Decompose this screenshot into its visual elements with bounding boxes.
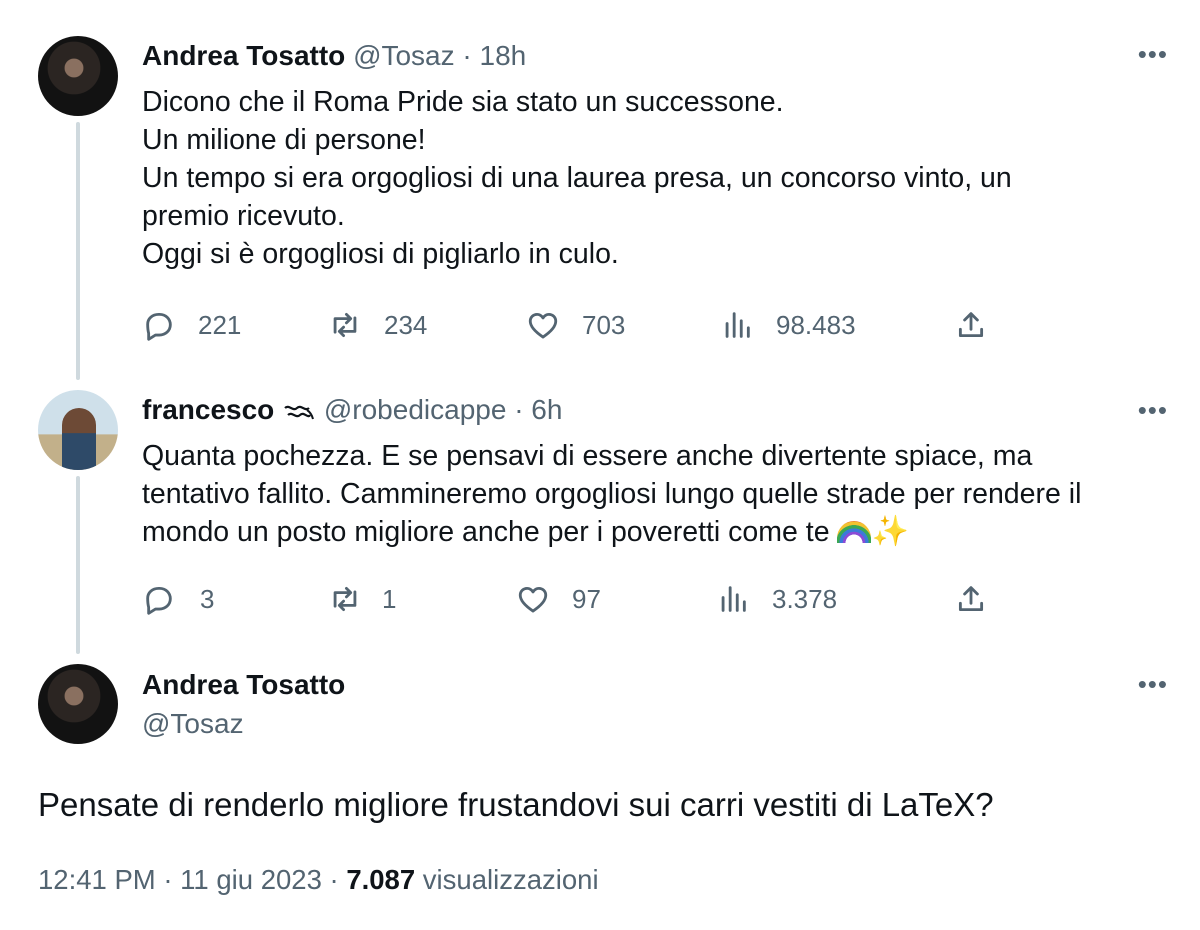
tweet-time[interactable]: 12:41 PM xyxy=(38,864,156,895)
author-name[interactable]: Andrea Tosatto xyxy=(142,40,345,71)
separator: · xyxy=(462,40,472,71)
heart-icon xyxy=(528,312,558,339)
views-label: visualizzazioni xyxy=(422,864,599,895)
author-name[interactable]: Andrea Tosatto xyxy=(142,669,345,700)
share-button[interactable] xyxy=(954,308,988,342)
tweet-line: mondo un posto migliore anche per i pove… xyxy=(142,516,830,548)
tweet-header: francesco @robedicappe · 6h xyxy=(142,393,562,427)
tweet-text: Quanta pochezza. E se pensavi di essere … xyxy=(142,437,1172,551)
tweet-meta: 12:41 PM · 11 giu 2023 · 7.087 visualizz… xyxy=(38,864,599,896)
retweet-button[interactable]: 234 xyxy=(328,308,427,342)
avatar[interactable] xyxy=(38,390,118,470)
tweet-line: Oggi si è orgogliosi di pigliarlo in cul… xyxy=(142,238,619,270)
views-total: 7.087 xyxy=(346,864,416,895)
more-icon[interactable]: ••• xyxy=(1138,41,1168,67)
share-button[interactable] xyxy=(954,582,988,616)
retweet-count: 234 xyxy=(384,309,428,340)
reply-icon xyxy=(146,312,172,341)
views-chart-icon xyxy=(725,312,750,338)
author-name[interactable]: francesco xyxy=(142,394,274,425)
separator: · xyxy=(163,864,173,895)
tweet-header: Andrea Tosatto @Tosaz · 18h xyxy=(142,39,526,73)
reply-count: 221 xyxy=(198,309,242,340)
views-chart-icon xyxy=(721,586,746,612)
timestamp[interactable]: 18h xyxy=(480,40,527,71)
retweet-count: 1 xyxy=(382,583,397,614)
more-icon[interactable]: ••• xyxy=(1138,671,1168,697)
share-icon xyxy=(958,312,984,338)
retweet-button[interactable]: 1 xyxy=(328,582,396,616)
tweet-line-with-emoji: mondo un posto migliore anche per i pove… xyxy=(142,513,1172,551)
share-icon xyxy=(958,586,984,612)
views-button[interactable]: 3.378 xyxy=(716,582,837,616)
tweet-header: Andrea Tosatto xyxy=(142,668,345,702)
heart-icon xyxy=(518,586,548,613)
like-button[interactable]: 97 xyxy=(516,582,601,616)
views-count: 98.483 xyxy=(776,309,856,340)
timestamp[interactable]: 6h xyxy=(531,394,562,425)
tweet-text: Dicono che il Roma Pride sia stato un su… xyxy=(142,83,1172,273)
like-count: 97 xyxy=(572,583,601,614)
thread-line xyxy=(76,476,80,654)
retweet-icon xyxy=(333,586,357,612)
separator: · xyxy=(514,394,524,425)
tweet-line: Dicono che il Roma Pride sia stato un su… xyxy=(142,86,784,118)
avatar[interactable] xyxy=(38,664,118,744)
wave-icon xyxy=(284,405,315,420)
reply-count: 3 xyxy=(200,583,215,614)
tweet-date[interactable]: 11 giu 2023 xyxy=(180,864,322,895)
tweet-actions: 3 1 97 3.378 xyxy=(142,582,1002,616)
avatar[interactable] xyxy=(38,36,118,116)
like-button[interactable]: 703 xyxy=(526,308,625,342)
sparkles-emoji: ✨ xyxy=(871,515,909,548)
tweet-text: Pensate di renderlo migliore frustandovi… xyxy=(38,786,994,823)
retweet-icon xyxy=(333,312,357,338)
reply-button[interactable]: 3 xyxy=(142,582,214,616)
thread-line xyxy=(76,122,80,380)
tweet-line: Quanta pochezza. E se pensavi di essere … xyxy=(142,440,1033,472)
more-icon[interactable]: ••• xyxy=(1138,397,1168,423)
separator: · xyxy=(329,864,339,895)
author-handle[interactable]: @robedicappe xyxy=(324,394,507,425)
views-button[interactable]: 98.483 xyxy=(720,308,856,342)
author-handle[interactable]: @Tosaz xyxy=(142,708,244,740)
tweet-actions: 221 234 703 98.483 xyxy=(142,308,1002,342)
author-handle[interactable]: @Tosaz xyxy=(353,40,455,71)
tweet-line: premio ricevuto. xyxy=(142,200,345,232)
tweet-line: Un tempo si era orgogliosi di una laurea… xyxy=(142,162,1012,194)
reply-icon xyxy=(146,586,172,615)
rainbow-emoji xyxy=(837,521,872,543)
like-count: 703 xyxy=(582,309,626,340)
views-count: 3.378 xyxy=(772,583,838,614)
tweet-line: tentativo fallito. Cammineremo orgoglios… xyxy=(142,478,1082,510)
reply-button[interactable]: 221 xyxy=(142,308,241,342)
tweet-line: Un milione di persone! xyxy=(142,124,426,156)
